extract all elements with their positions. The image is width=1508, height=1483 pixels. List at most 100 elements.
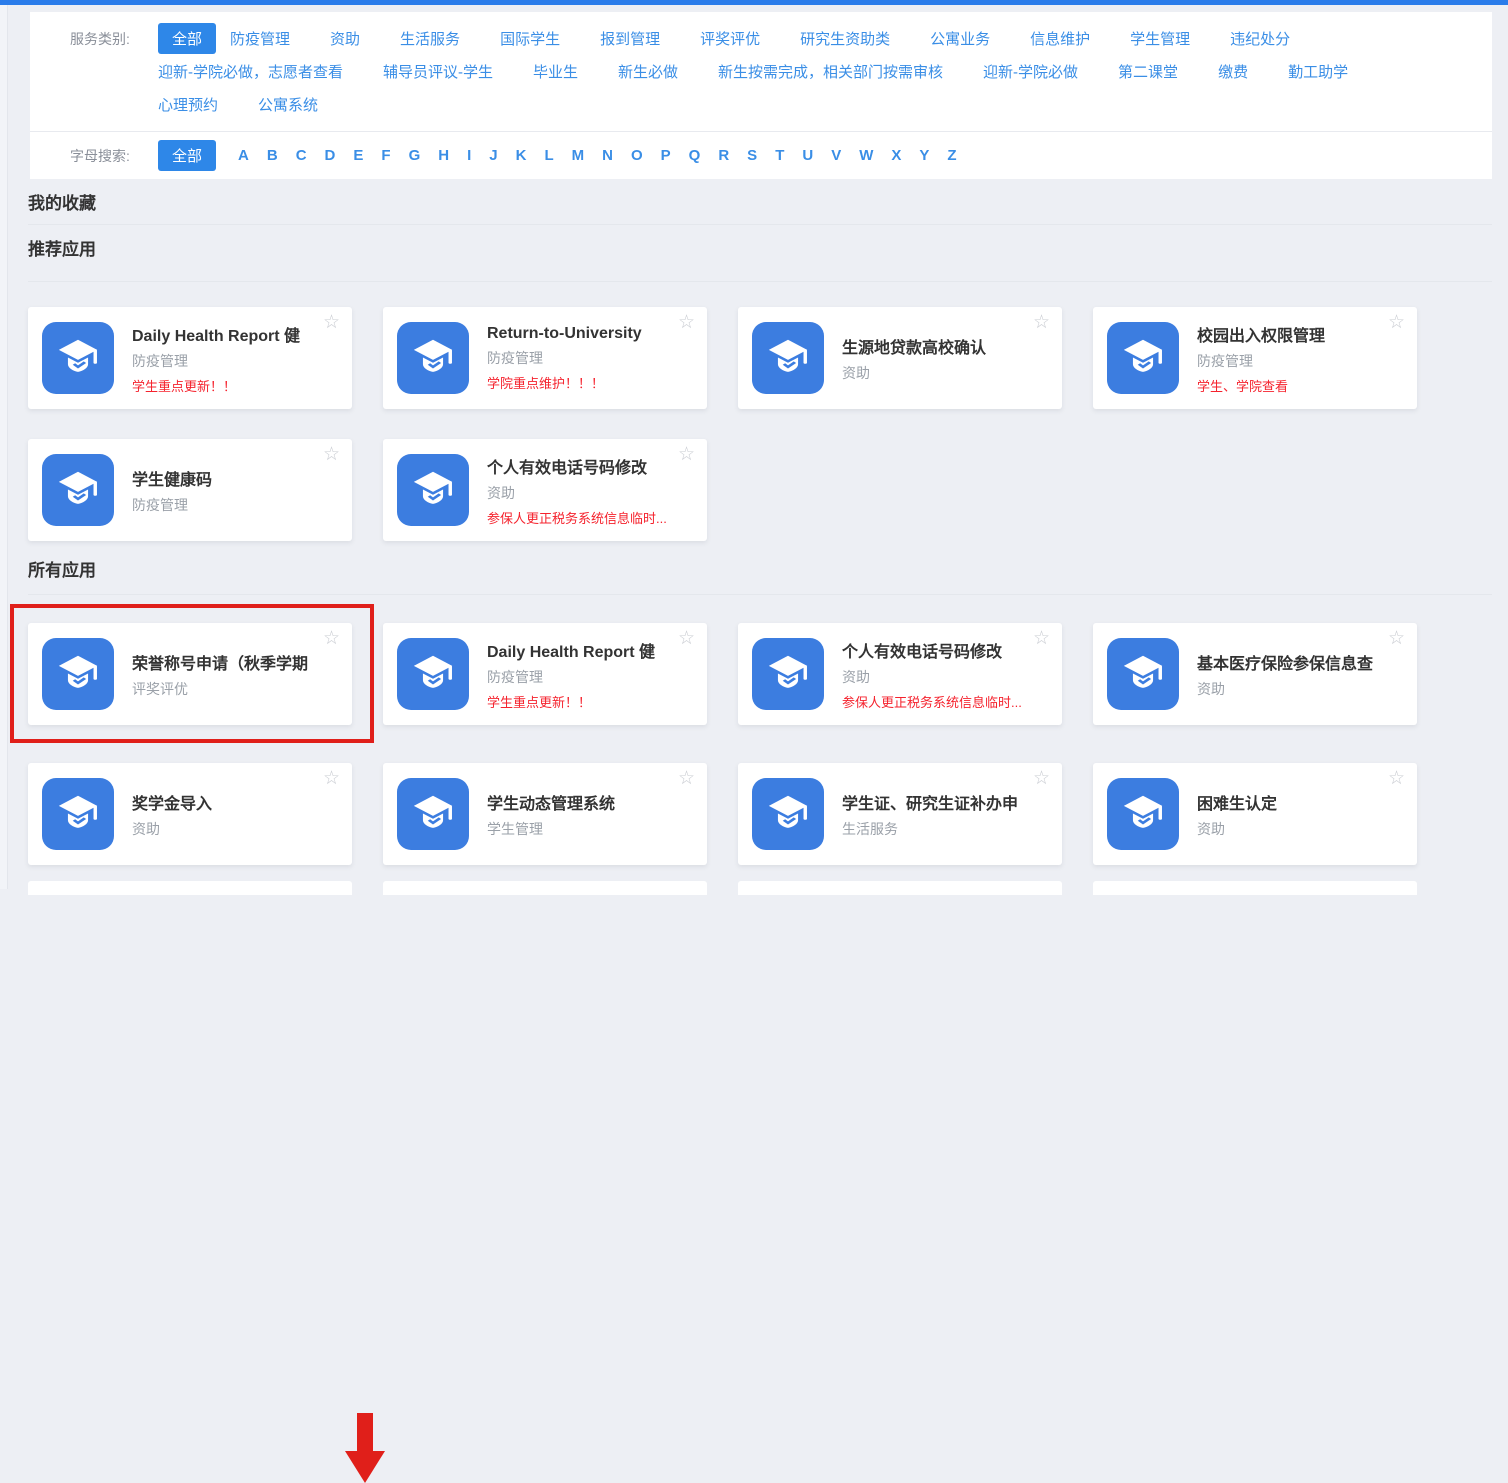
favorite-star-icon[interactable]: ☆ xyxy=(1388,629,1405,648)
category-all-button[interactable]: 全部 xyxy=(158,23,216,54)
alphabet-letter[interactable]: Y xyxy=(919,147,929,164)
alphabet-letter[interactable]: Z xyxy=(947,147,956,164)
app-card-note: 参保人更正税务系统信息临时... xyxy=(487,508,667,527)
category-link[interactable]: 公寓业务 xyxy=(930,28,990,49)
category-link[interactable]: 生活服务 xyxy=(400,28,460,49)
app-card-note: 学生重点更新！！ xyxy=(487,692,655,711)
alphabet-all-button[interactable]: 全部 xyxy=(158,140,216,171)
app-card[interactable]: Daily Health Report 健防疫管理学生重点更新！！☆ xyxy=(28,307,352,409)
favorite-star-icon[interactable]: ☆ xyxy=(1388,769,1405,788)
alphabet-letter[interactable]: W xyxy=(859,147,873,164)
category-link[interactable]: 迎新-学院必做，志愿者查看 xyxy=(158,61,343,82)
favorite-star-icon[interactable]: ☆ xyxy=(678,769,695,788)
app-card[interactable]: Return-to-University防疫管理学院重点维护！！！☆ xyxy=(383,307,707,409)
category-link[interactable]: 资助 xyxy=(330,28,360,49)
alphabet-letter[interactable]: F xyxy=(381,147,390,164)
alphabet-letter[interactable]: Q xyxy=(689,147,701,164)
favorite-star-icon[interactable]: ☆ xyxy=(678,629,695,648)
alphabet-letter[interactable]: T xyxy=(775,147,784,164)
favorite-star-icon[interactable]: ☆ xyxy=(1033,313,1050,332)
category-link[interactable]: 新生按需完成，相关部门按需审核 xyxy=(718,61,943,82)
alphabet-letter[interactable]: B xyxy=(267,147,278,164)
alphabet-letter[interactable]: I xyxy=(467,147,471,164)
category-link[interactable]: 勤工助学 xyxy=(1288,61,1348,82)
app-card[interactable]: 学生健康码防疫管理☆ xyxy=(28,439,352,541)
alphabet-letter[interactable]: M xyxy=(572,147,585,164)
category-link[interactable]: 辅导员评议-学生 xyxy=(383,61,493,82)
alphabet-letter[interactable]: J xyxy=(489,147,497,164)
category-link[interactable]: 国际学生 xyxy=(500,28,560,49)
app-card-partial xyxy=(383,881,707,895)
app-card[interactable]: 奖学金导入资助 ☆ xyxy=(28,763,352,865)
favorite-star-icon[interactable]: ☆ xyxy=(1033,629,1050,648)
app-card-text: Daily Health Report 健防疫管理学生重点更新！！ xyxy=(132,322,326,395)
app-card[interactable]: 个人有效电话号码修改资助参保人更正税务系统信息临时...☆ xyxy=(738,623,1062,725)
alphabet-letter[interactable]: O xyxy=(631,147,643,164)
app-card[interactable]: Daily Health Report 健防疫管理学生重点更新！！☆ xyxy=(383,623,707,725)
category-link[interactable]: 信息维护 xyxy=(1030,28,1090,49)
alphabet-letter[interactable]: D xyxy=(325,147,336,164)
category-link[interactable]: 第二课堂 xyxy=(1118,61,1178,82)
favorite-star-icon[interactable]: ☆ xyxy=(678,313,695,332)
app-card-highlighted[interactable]: 荣誉称号申请（秋季学期评奖评优 ☆ xyxy=(28,623,352,725)
favorite-star-icon[interactable]: ☆ xyxy=(323,629,340,648)
app-card[interactable]: 学生动态管理系统学生管理☆ xyxy=(383,763,707,865)
favorite-star-icon[interactable]: ☆ xyxy=(1033,769,1050,788)
alphabet-letter[interactable]: C xyxy=(296,147,307,164)
app-card-text: 荣誉称号申请（秋季学期评奖评优 xyxy=(132,650,334,699)
category-filter-label: 服务类别: xyxy=(70,29,158,49)
favorite-star-icon[interactable]: ☆ xyxy=(323,769,340,788)
app-card[interactable]: 校园出入权限管理防疫管理学生、学院查看☆ xyxy=(1093,307,1417,409)
alphabet-letter[interactable]: K xyxy=(516,147,527,164)
app-card-category: 防疫管理 xyxy=(132,495,212,515)
app-card-category: 评奖评优 xyxy=(132,679,308,699)
category-link[interactable]: 毕业生 xyxy=(533,61,578,82)
app-card[interactable]: 生源地贷款高校确认资助☆ xyxy=(738,307,1062,409)
alphabet-filter-label: 字母搜索: xyxy=(70,146,158,166)
favorite-star-icon[interactable]: ☆ xyxy=(678,445,695,464)
app-card-partial xyxy=(28,881,352,895)
app-card-category: 资助 xyxy=(132,819,212,839)
category-link[interactable]: 违纪处分 xyxy=(1230,28,1290,49)
graduation-cap-icon xyxy=(765,651,811,697)
graduation-cap-icon xyxy=(410,467,456,513)
category-link[interactable]: 报到管理 xyxy=(600,28,660,49)
app-card[interactable]: 基本医疗保险参保信息查资助☆ xyxy=(1093,623,1417,725)
category-link[interactable]: 新生必做 xyxy=(618,61,678,82)
app-card-title: 生源地贷款高校确认 xyxy=(842,334,986,358)
alphabet-letter[interactable]: G xyxy=(409,147,421,164)
alphabet-letter[interactable]: U xyxy=(802,147,813,164)
app-card[interactable]: 困难生认定资助☆ xyxy=(1093,763,1417,865)
category-link[interactable]: 评奖评优 xyxy=(700,28,760,49)
favorite-star-icon[interactable]: ☆ xyxy=(323,313,340,332)
favorite-star-icon[interactable]: ☆ xyxy=(323,445,340,464)
app-icon xyxy=(42,454,114,526)
app-card-title: 奖学金导入 xyxy=(132,790,212,814)
alphabet-letter[interactable]: H xyxy=(438,147,449,164)
alphabet-letter[interactable]: E xyxy=(353,147,363,164)
alphabet-letter[interactable]: R xyxy=(718,147,729,164)
app-card-note: 学院重点维护！！！ xyxy=(487,373,642,392)
category-link[interactable]: 研究生资助类 xyxy=(800,28,890,49)
alphabet-letter[interactable]: A xyxy=(238,147,249,164)
alphabet-letter[interactable]: X xyxy=(891,147,901,164)
app-card-category: 学生管理 xyxy=(487,819,615,839)
category-link[interactable]: 心理预约 xyxy=(158,94,218,115)
category-link[interactable]: 防疫管理 xyxy=(230,28,290,49)
alphabet-letter[interactable]: S xyxy=(747,147,757,164)
alphabet-letter[interactable]: P xyxy=(661,147,671,164)
alphabet-letter[interactable]: N xyxy=(602,147,613,164)
app-card[interactable]: 学生证、研究生证补办申生活服务☆ xyxy=(738,763,1062,865)
app-card-partial xyxy=(738,881,1062,895)
category-link[interactable]: 缴费 xyxy=(1218,61,1248,82)
alphabet-letter[interactable]: V xyxy=(831,147,841,164)
app-card-category: 资助 xyxy=(487,483,667,503)
favorite-star-icon[interactable]: ☆ xyxy=(1388,313,1405,332)
alphabet-letter[interactable]: L xyxy=(544,147,553,164)
app-card[interactable]: 个人有效电话号码修改资助参保人更正税务系统信息临时...☆ xyxy=(383,439,707,541)
category-link[interactable]: 公寓系统 xyxy=(258,94,318,115)
app-card-text: 个人有效电话号码修改资助参保人更正税务系统信息临时... xyxy=(487,454,693,527)
category-link[interactable]: 迎新-学院必做 xyxy=(983,61,1078,82)
category-link[interactable]: 学生管理 xyxy=(1130,28,1190,49)
app-icon xyxy=(752,778,824,850)
